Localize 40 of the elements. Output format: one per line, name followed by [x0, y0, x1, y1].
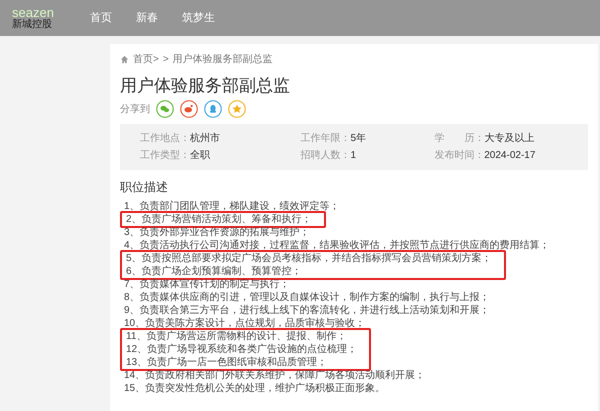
duty-item: 15、负责突发性危机公关的处理，维护广场积极正面形象。 [123, 382, 386, 396]
breadcrumb-current: 用户体验服务部副总监 [172, 52, 273, 67]
logo-wordmark: seazen [12, 6, 54, 19]
duty-item: 13、负责广场一店一色图纸审核和品质管理； [125, 356, 328, 370]
duty-item: 7、负责媒体宣传计划的制定与执行； [123, 278, 291, 292]
info-value: 1 [350, 149, 356, 164]
nav-link[interactable]: 筑梦生 [182, 10, 215, 26]
duty-item: 3、负责外部异业合作资源的拓展与维护； [123, 226, 311, 240]
section-heading: 职位描述 [120, 179, 169, 196]
info-label: 工作类型： [140, 148, 190, 164]
duty-item: 10、负责美陈方案设计，点位规划，品质审核与验收； [123, 317, 366, 330]
duty-item: 14、负责政府相关部门外联关系维护，保障广场各项活动顺利开展； [123, 369, 426, 382]
info-label: 工作地点： [140, 132, 190, 146]
duty-item: 12、负责广场导视系统和各类广告设施的点位梳理； [125, 343, 358, 356]
logo-company-name: 新城控股 [12, 20, 53, 30]
info-value: 杭州市 [190, 132, 220, 146]
star-share-icon[interactable] [228, 100, 246, 118]
duty-item: 8、负责媒体供应商的引进，管理以及自媒体设计，制作方案的编制，执行与上报； [123, 291, 491, 304]
duty-item: 4、负责活动执行公司沟通对接，过程监督，结果验收评估，并按照节点进行供应商的费用结算； [123, 239, 551, 252]
share-label: 分享到 [120, 102, 150, 117]
duty-item: 6、负责广场企划预算编制、预算管控； [125, 265, 303, 278]
info-label: 学 历： [434, 132, 484, 146]
info-value: 全职 [190, 149, 210, 164]
duty-item: 1、负责部门团队管理，梯队建设，绩效评定等； [123, 200, 341, 214]
duty-item: 9、负责联合第三方平台，进行线上线下的客流转化，并进行线上活动策划和开展； [123, 304, 491, 318]
job-title: 用户体验服务部副总监 [120, 75, 291, 96]
duty-item: 5、负责按照总部要求拟定广场会员考核指标，并结合指标撰写会员营销策划方案； [125, 252, 493, 266]
info-value: 大专及以上 [484, 132, 534, 146]
info-label: 工作年限： [300, 132, 350, 146]
nav-link[interactable]: 首页 [90, 10, 112, 26]
home-icon [120, 55, 129, 64]
breadcrumb-link[interactable]: 首页> [133, 52, 159, 67]
breadcrumb-separator: > [162, 53, 169, 67]
info-label: 招聘人数： [300, 148, 350, 164]
duty-item: 2、负责广场营销活动策划、筹备和执行； [125, 213, 313, 226]
info-value: 5年 [350, 132, 366, 146]
info-value: 2024-02-17 [484, 149, 536, 164]
duty-item: 11、负责广场营运所需物料的设计、提报、制作； [125, 330, 348, 344]
nav-link[interactable]: 新春 [136, 10, 158, 26]
info-label: 发布时间： [434, 148, 484, 164]
